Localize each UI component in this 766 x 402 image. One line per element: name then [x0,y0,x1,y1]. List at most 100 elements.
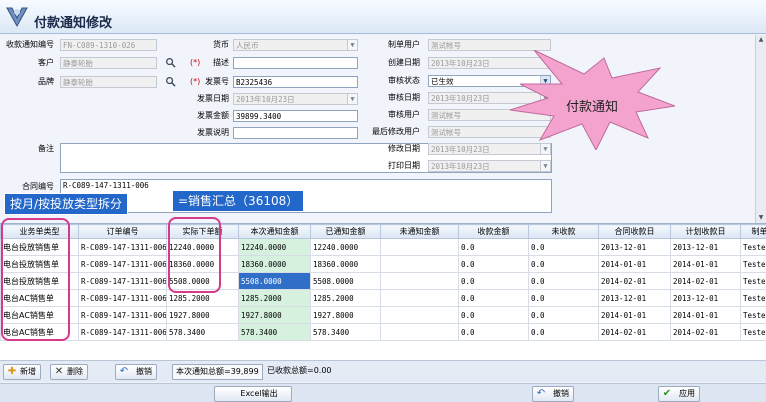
cancel-button[interactable]: ↶ 撤销 [532,386,574,402]
print-date-value: 2013年10月23日 [431,162,490,171]
table-cell[interactable]: 1927.8000 [166,306,239,324]
title-bar: 付款通知修改 [0,0,766,34]
excel-export-button[interactable]: Excel输出 [214,386,292,402]
table-cell[interactable]: 12240.0000 [310,238,381,256]
invoice-date-field[interactable]: 2013年10月23日 ▼ [233,93,358,105]
table-cell[interactable]: 0.0 [458,272,529,290]
audit-date-label: 审核日期 [388,93,420,102]
table-cell[interactable]: 18360.0000 [310,255,381,273]
invoice-note-field[interactable] [233,127,358,139]
table-cell[interactable]: 0.0 [458,238,529,256]
table-cell[interactable]: 2013-12-01 [598,289,671,307]
table-cell[interactable]: 0.0 [528,323,599,341]
brand-field[interactable]: 静泰轮胎 [60,76,157,88]
add-button[interactable]: ✚ 新增 [3,364,41,380]
delete-button[interactable]: ✕ 删除 [50,364,88,380]
column-header[interactable]: 计划收款日 [670,224,741,239]
customer-field[interactable]: 静泰轮胎 [60,57,157,69]
selected-cell[interactable]: 5508.0000 [238,272,311,290]
table-row[interactable]: 电台投放销售单 R-C089-147-1311-006 12240.0000 1… [0,238,766,256]
table-cell[interactable]: 0.0 [528,289,599,307]
chevron-down-icon[interactable]: ▼ [347,40,357,50]
table-row[interactable]: 电台AC销售单 R-C089-147-1311-006 578.3400 578… [0,323,766,341]
invoice-no-field[interactable]: B2325436 [233,76,358,88]
table-cell[interactable]: 2014-02-01 [670,272,741,290]
table-row[interactable]: 电台AC销售单 R-C089-147-1311-006 1927.8000 19… [0,306,766,324]
column-header[interactable]: 合同收款日 [598,224,671,239]
table-cell[interactable]: R-C089-147-1311-006 [78,272,167,290]
table-cell[interactable]: 2014-01-01 [598,255,671,273]
table-cell[interactable]: 12240.0000 [238,238,311,256]
table-cell[interactable]: 578.3400 [166,323,239,341]
table-cell[interactable]: 578.3400 [238,323,311,341]
description-field[interactable] [233,57,358,69]
customer-label: 客户 [38,58,54,67]
column-header[interactable]: 收款金额 [458,224,529,239]
chevron-down-icon[interactable]: ▼ [540,161,550,171]
table-cell[interactable] [380,323,459,341]
column-header[interactable]: 已通知金额 [310,224,381,239]
table-cell[interactable]: 2013-12-01 [670,238,741,256]
print-date-field[interactable]: 2013年10月23日 ▼ [428,160,551,172]
table-cell[interactable]: Tester [740,272,766,290]
table-cell[interactable]: 1927.8000 [310,306,381,324]
table-cell[interactable]: Tester [740,323,766,341]
receipt-no-field[interactable]: FN-C089-1310-026 [60,39,157,51]
table-cell[interactable]: 2014-02-01 [598,272,671,290]
table-cell[interactable]: 1927.8000 [238,306,311,324]
contract-no-field[interactable]: R-C089-147-1311-006 [60,179,552,213]
scroll-down-icon[interactable]: ▼ [756,213,766,223]
table-cell[interactable] [380,255,459,273]
table-cell[interactable]: 0.0 [458,255,529,273]
table-cell[interactable]: R-C089-147-1311-006 [78,255,167,273]
chevron-down-icon[interactable]: ▼ [347,94,357,104]
table-cell[interactable]: R-C089-147-1311-006 [78,238,167,256]
apply-button[interactable]: ✔ 应用 [658,386,700,402]
table-cell[interactable]: Tester [740,255,766,273]
table-cell[interactable]: 0.0 [458,323,529,341]
table-cell[interactable]: 0.0 [528,255,599,273]
table-cell[interactable]: 2013-12-01 [670,289,741,307]
remark-label: 备注 [38,144,54,153]
table-cell[interactable]: 2014-02-01 [670,323,741,341]
form-scrollbar[interactable]: ▲ ▼ [755,35,766,223]
table-row[interactable]: 电台投放销售单 R-C089-147-1311-006 18360.0000 1… [0,255,766,273]
table-cell[interactable]: 578.3400 [310,323,381,341]
table-cell[interactable]: 0.0 [528,238,599,256]
column-header[interactable]: 制单 [740,224,766,239]
table-cell[interactable]: 18360.0000 [238,255,311,273]
column-header[interactable]: 本次通知金额 [238,224,311,239]
table-cell[interactable]: 0.0 [458,306,529,324]
column-header[interactable]: 未通知金额 [380,224,459,239]
table-row[interactable]: 电台AC销售单 R-C089-147-1311-006 1285.2000 12… [0,289,766,307]
table-cell[interactable]: 1285.2000 [310,289,381,307]
scroll-up-icon[interactable]: ▲ [756,35,766,45]
table-cell[interactable]: 2014-01-01 [598,306,671,324]
column-header[interactable]: 未收款 [528,224,599,239]
table-cell[interactable]: R-C089-147-1311-006 [78,289,167,307]
table-cell[interactable]: 1285.2000 [238,289,311,307]
table-cell[interactable]: 5508.0000 [310,272,381,290]
table-cell[interactable] [380,306,459,324]
column-header[interactable]: 订单编号 [78,224,167,239]
table-cell[interactable]: Tester [740,306,766,324]
table-cell[interactable]: Tester [740,289,766,307]
table-cell[interactable]: 0.0 [528,306,599,324]
table-cell[interactable]: 2013-12-01 [598,238,671,256]
invoice-amount-field[interactable]: 39899.3400 [233,110,358,122]
table-row[interactable]: 电台投放销售单 R-C089-147-1311-006 5508.0000 55… [0,272,766,290]
undo-button[interactable]: ↶ 撤销 [115,364,157,380]
table-cell[interactable]: R-C089-147-1311-006 [78,323,167,341]
table-cell[interactable] [380,289,459,307]
currency-select[interactable]: 人民币 ▼ [233,39,358,51]
table-cell[interactable]: R-C089-147-1311-006 [78,306,167,324]
table-cell[interactable]: 2014-02-01 [598,323,671,341]
table-cell[interactable]: 2014-01-01 [670,306,741,324]
table-cell[interactable]: 0.0 [458,289,529,307]
table-cell[interactable] [380,238,459,256]
table-cell[interactable]: 0.0 [528,272,599,290]
table-cell[interactable]: 2014-01-01 [670,255,741,273]
table-cell[interactable] [380,272,459,290]
table-cell[interactable]: Tester [740,238,766,256]
detail-grid[interactable]: 业务单类型 订单编号 实际下单额 本次通知金额 已通知金额 未通知金额 收款金额… [0,223,766,360]
